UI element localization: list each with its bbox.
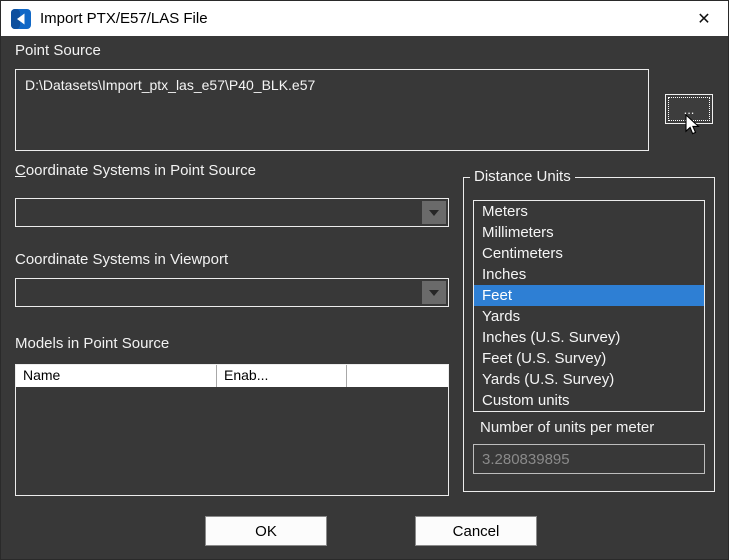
distance-unit-item[interactable]: Feet <box>474 285 704 306</box>
models-table-header: Name Enab... <box>16 365 448 387</box>
distance-units-group: Distance Units Meters Millimeters Centim… <box>463 177 715 492</box>
chevron-down-icon <box>422 281 446 304</box>
distance-unit-item[interactable]: Inches <box>474 264 704 285</box>
distance-units-group-label: Distance Units <box>470 168 575 185</box>
point-source-label: Point Source <box>15 42 101 59</box>
column-header-enabled[interactable]: Enab... <box>217 365 347 387</box>
window-title: Import PTX/E57/LAS File <box>40 10 208 27</box>
distance-unit-item[interactable]: Centimeters <box>474 243 704 264</box>
cancel-button[interactable]: Cancel <box>415 516 537 546</box>
column-header-filler <box>347 365 448 387</box>
distance-unit-item[interactable]: Yards <box>474 306 704 327</box>
distance-unit-item[interactable]: Custom units <box>474 390 704 411</box>
coord-systems-point-source-label: Coordinate Systems in Point Source <box>15 162 256 179</box>
titlebar[interactable]: Import PTX/E57/LAS File ✕ <box>1 1 728 36</box>
point-source-path: D:\Datasets\Import_ptx_las_e57\P40_BLK.e… <box>25 77 315 93</box>
column-header-name[interactable]: Name <box>16 365 217 387</box>
distance-unit-item[interactable]: Meters <box>474 201 704 222</box>
models-table: Name Enab... <box>15 364 449 496</box>
distance-unit-item[interactable]: Millimeters <box>474 222 704 243</box>
coord-systems-viewport-combo[interactable] <box>15 278 449 307</box>
units-per-meter-input <box>473 444 705 474</box>
distance-unit-item[interactable]: Inches (U.S. Survey) <box>474 327 704 348</box>
app-icon <box>11 9 31 29</box>
close-icon[interactable]: ✕ <box>690 5 718 33</box>
ok-button[interactable]: OK <box>205 516 327 546</box>
import-dialog: Import PTX/E57/LAS File ✕ Point Source D… <box>0 0 729 560</box>
cancel-button-label: Cancel <box>453 523 500 540</box>
coord-systems-viewport-label: Coordinate Systems in Viewport <box>15 251 228 268</box>
models-label: Models in Point Source <box>15 335 169 352</box>
point-source-path-box[interactable]: D:\Datasets\Import_ptx_las_e57\P40_BLK.e… <box>15 69 649 151</box>
units-per-meter-label: Number of units per meter <box>480 419 654 436</box>
distance-units-list[interactable]: Meters Millimeters Centimeters Inches Fe… <box>473 200 705 412</box>
chevron-down-icon <box>422 201 446 224</box>
browse-button-label: ... <box>684 102 695 117</box>
ok-button-label: OK <box>255 523 277 540</box>
browse-button[interactable]: ... <box>665 94 713 124</box>
distance-unit-item[interactable]: Feet (U.S. Survey) <box>474 348 704 369</box>
distance-unit-item[interactable]: Yards (U.S. Survey) <box>474 369 704 390</box>
coord-systems-point-source-combo[interactable] <box>15 198 449 227</box>
